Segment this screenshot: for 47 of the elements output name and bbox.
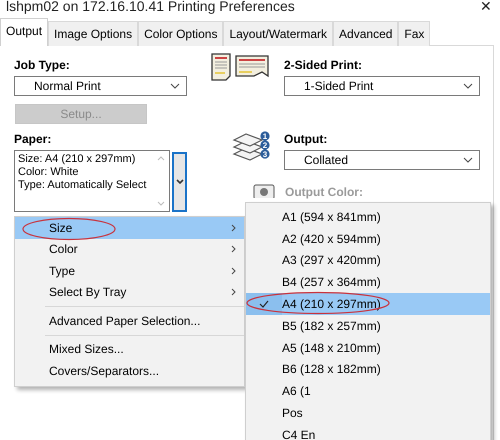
job-type-dropdown[interactable]: Normal Print <box>14 76 187 96</box>
field-label: Output: <box>284 131 328 148</box>
menu-item[interactable]: A6 (1 <box>246 380 490 402</box>
field-label: Output Color: <box>285 184 363 201</box>
tab[interactable]: Output <box>0 18 48 46</box>
menu-item[interactable]: Pos <box>246 402 490 424</box>
menu-item[interactable]: A2 (420 x 594mm) <box>246 228 490 250</box>
output-dropdown[interactable]: Collated <box>284 150 480 170</box>
menu-item[interactable]: Type <box>15 260 244 282</box>
field-label: 2-Sided Print: <box>284 57 364 74</box>
menu-item[interactable]: A4 (210 x 297mm) <box>246 293 490 315</box>
window-title: lshpm02 on 172.16.10.41 Printing Preferences <box>6 0 295 16</box>
chevron-icon <box>463 157 473 163</box>
field-label: Paper: <box>14 131 52 148</box>
tab[interactable]: Color Options <box>138 21 224 46</box>
scroll-up-icon[interactable] <box>157 156 165 161</box>
two-sided-dropdown[interactable]: 1-Sided Print <box>284 76 480 96</box>
scroll-down-icon[interactable] <box>157 201 165 206</box>
menu-item[interactable]: C4 En <box>246 424 490 440</box>
two-sided-pages-icon <box>210 52 270 82</box>
menu-item[interactable]: B5 (182 x 257mm) <box>246 314 490 337</box>
menu-item[interactable]: Size <box>15 217 244 238</box>
menu-item[interactable]: A1 (594 x 841mm) <box>246 206 490 228</box>
tab[interactable]: Layout/Watermark <box>223 21 334 46</box>
tab[interactable]: Fax <box>398 21 430 46</box>
close-button[interactable]: ✕ <box>480 0 492 16</box>
menu-item[interactable]: Color <box>15 238 244 260</box>
chevron-icon <box>463 83 473 89</box>
menu-item[interactable]: A3 (297 x 420mm) <box>246 250 490 272</box>
menu-item[interactable]: Advanced Paper Selection... <box>15 310 244 332</box>
checkmark-icon <box>259 300 269 308</box>
menu-item[interactable]: Mixed Sizes... <box>15 338 244 360</box>
chevron-icon <box>176 179 184 185</box>
tab[interactable]: Advanced <box>333 21 398 46</box>
paper-summary-line: Type: Automatically Select <box>18 179 148 192</box>
menu-item[interactable]: B6 (128 x 182mm) <box>246 358 490 380</box>
menu-item[interactable]: B4 (257 x 364mm) <box>246 271 490 294</box>
field-label: Job Type: <box>14 57 71 74</box>
menu-item[interactable]: Covers/Separators... <box>15 360 244 382</box>
menu-item[interactable]: A5 (148 x 210mm) <box>246 336 490 359</box>
paper-menu-button[interactable] <box>172 152 187 212</box>
tab[interactable]: Image Options <box>48 21 138 46</box>
paper-summary-line: Size: A4 (210 x 297mm) <box>18 153 136 166</box>
paper-summary-line: Color: White <box>18 166 80 179</box>
menu-item[interactable]: Select By Tray <box>15 282 244 303</box>
output-color-icon <box>253 184 275 198</box>
chevron-icon <box>170 83 180 89</box>
